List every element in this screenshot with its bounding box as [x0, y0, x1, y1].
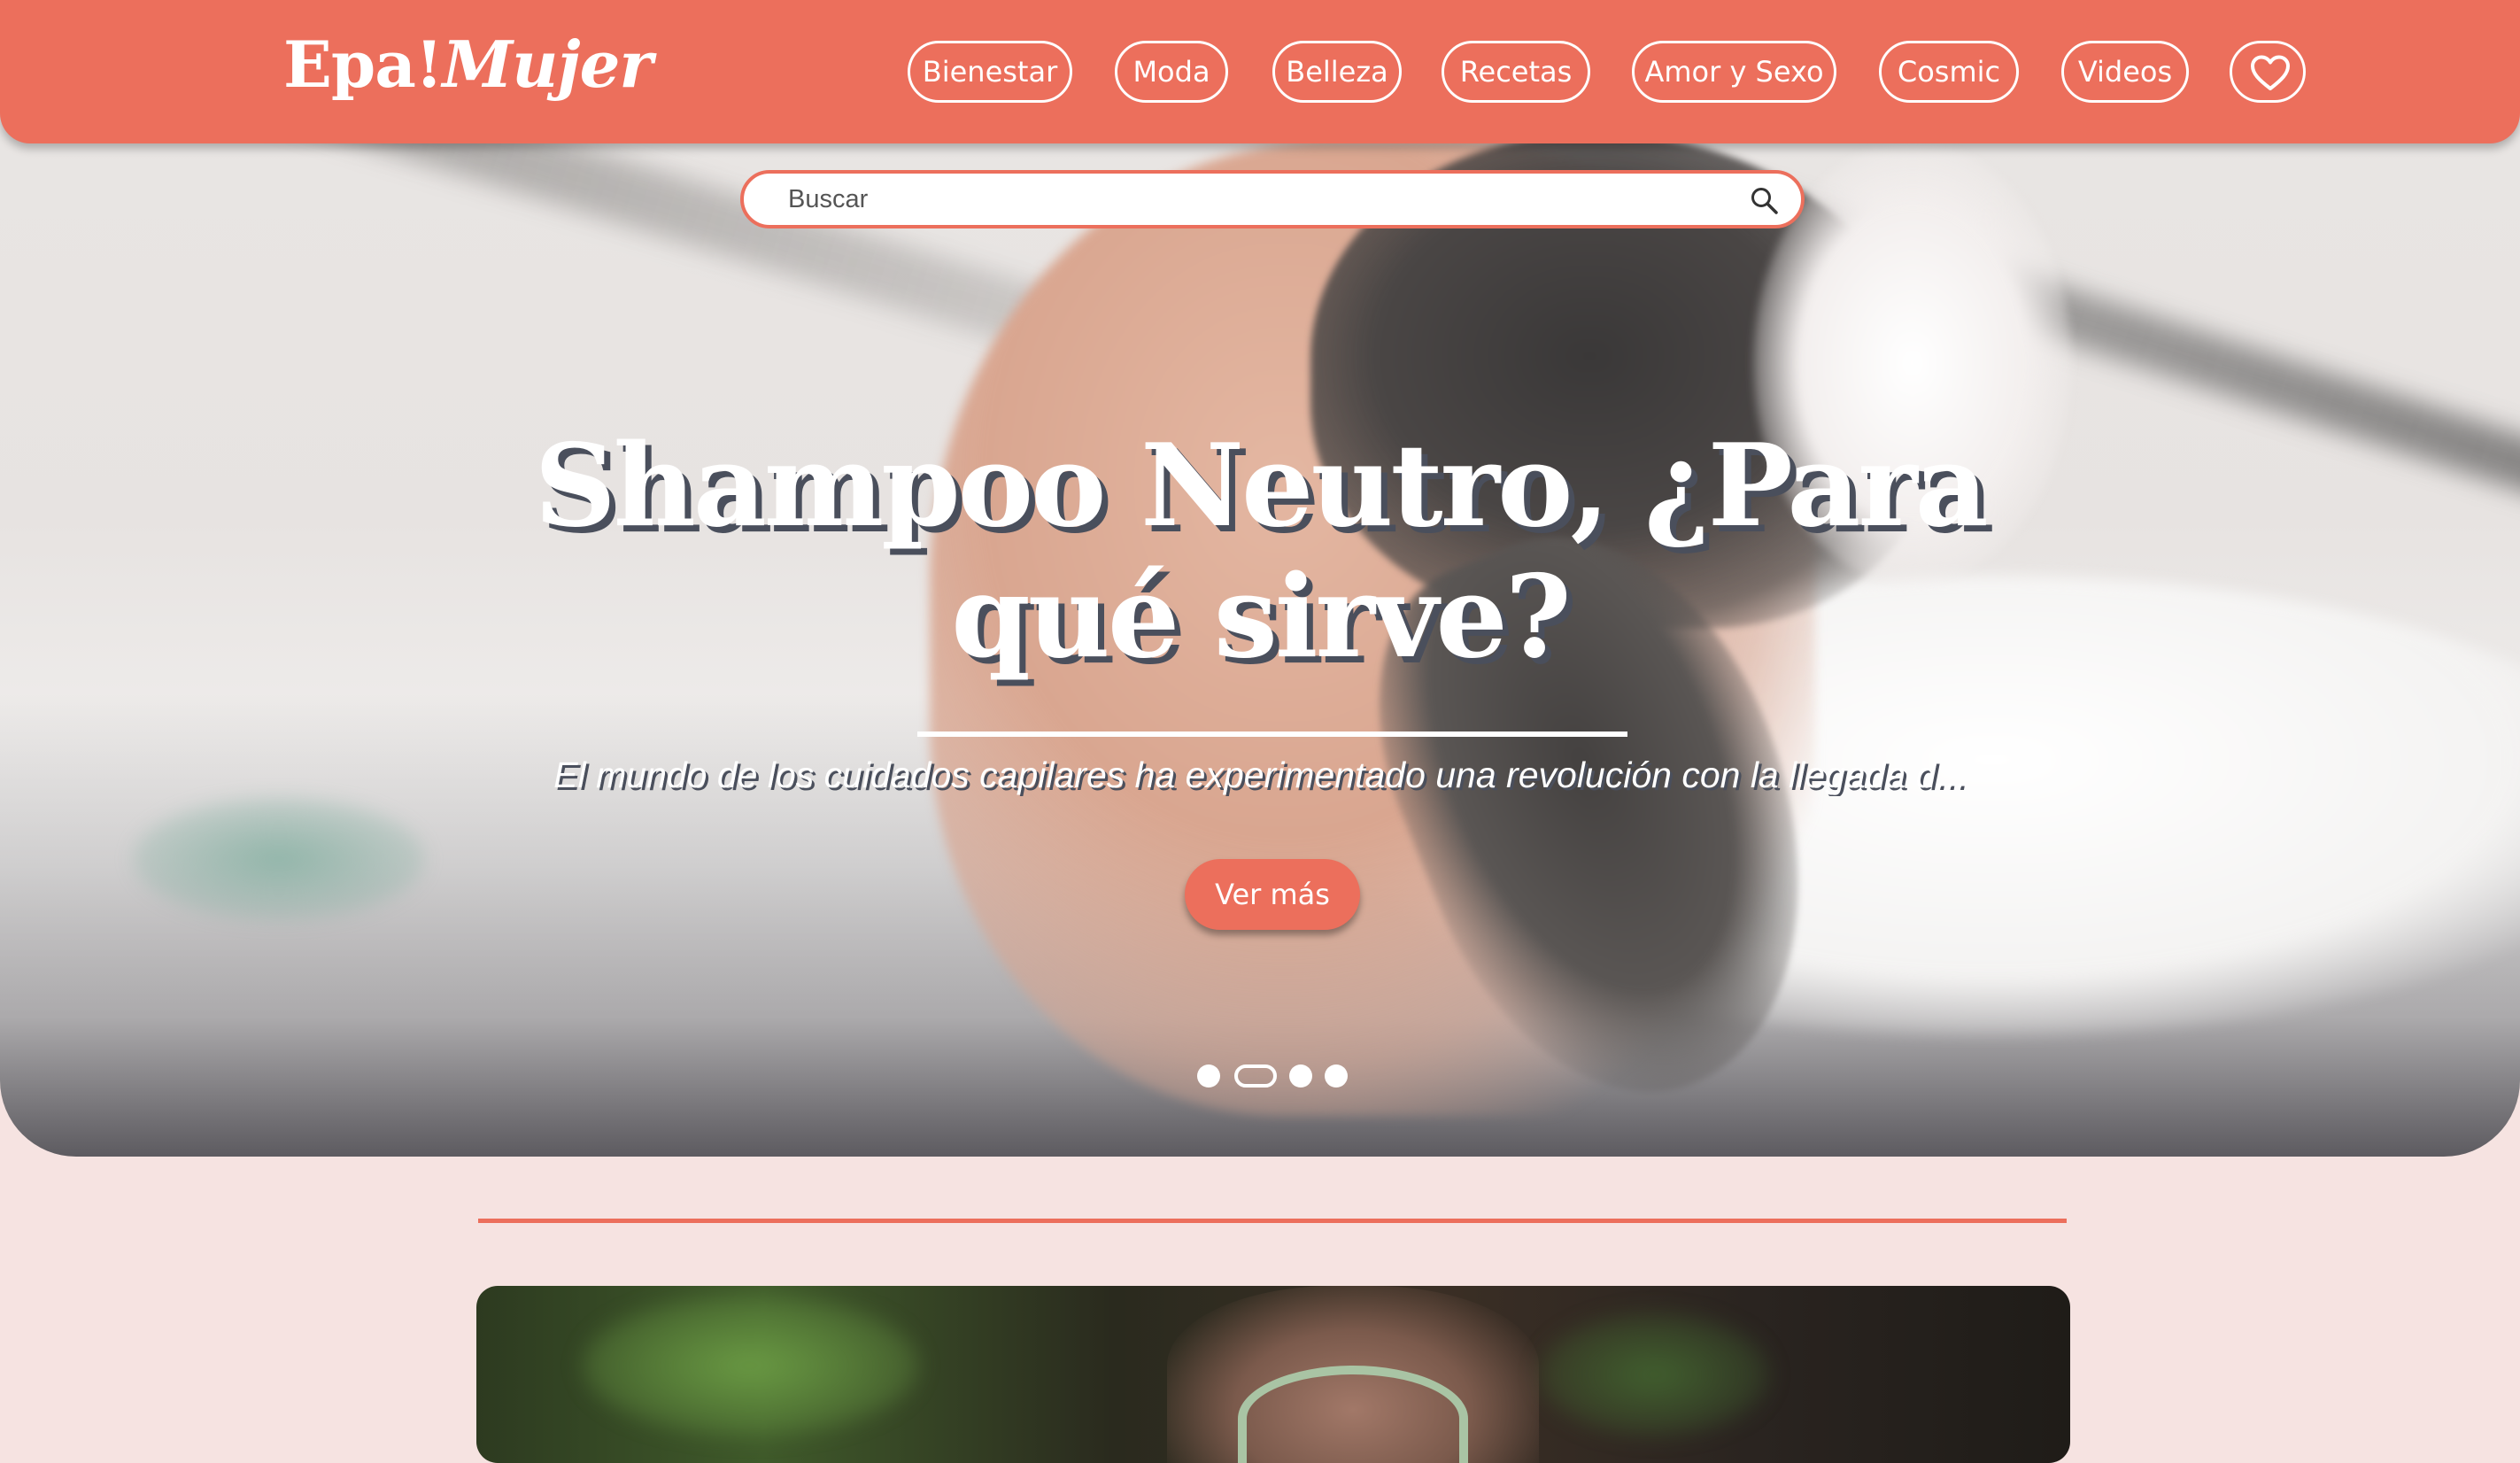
search-icon[interactable]	[1750, 186, 1780, 216]
nav-item-belleza[interactable]: Belleza	[1272, 41, 1402, 103]
search-bar	[740, 170, 1805, 228]
hero-divider	[917, 732, 1627, 737]
slider-dot-1[interactable]	[1197, 1064, 1220, 1088]
nav-item-bienestar[interactable]: Bienestar	[908, 41, 1072, 103]
heart-icon	[2251, 55, 2290, 90]
card-image-clothing	[1238, 1366, 1468, 1463]
section-divider	[478, 1219, 2067, 1223]
card-image-foliage	[1539, 1312, 1769, 1436]
site-logo[interactable]: Epa!Mujer	[283, 27, 653, 102]
article-card-image[interactable]	[476, 1286, 2070, 1463]
logo-text-epa: Epa!	[283, 27, 443, 102]
slider-dot-4[interactable]	[1325, 1064, 1348, 1088]
slider-dot-3[interactable]	[1289, 1064, 1312, 1088]
nav-item-cosmic[interactable]: Cosmic	[1879, 41, 2019, 103]
nav-item-amor-y-sexo[interactable]: Amor y Sexo	[1632, 41, 1836, 103]
nav-item-moda[interactable]: Moda	[1115, 41, 1228, 103]
slider-dot-2[interactable]	[1234, 1064, 1277, 1088]
card-image-foliage	[583, 1295, 919, 1436]
slider-dots	[1197, 1064, 1357, 1088]
nav-item-videos[interactable]: Videos	[2061, 41, 2189, 103]
site-header: Epa!Mujer Bienestar Moda Belleza Recetas…	[0, 0, 2520, 143]
hero-title[interactable]: Shampoo Neutro, ¿Para qué sirve?	[531, 421, 1989, 683]
hero-excerpt: El mundo de los cuidados capilares ha ex…	[553, 755, 1967, 795]
logo-text-mujer: Mujer	[442, 27, 653, 102]
search-input[interactable]	[786, 181, 1672, 218]
favorites-button[interactable]	[2230, 41, 2306, 103]
nav-item-recetas[interactable]: Recetas	[1442, 41, 1590, 103]
hero-background-shape	[133, 797, 425, 921]
read-more-button[interactable]: Ver más	[1185, 859, 1360, 930]
